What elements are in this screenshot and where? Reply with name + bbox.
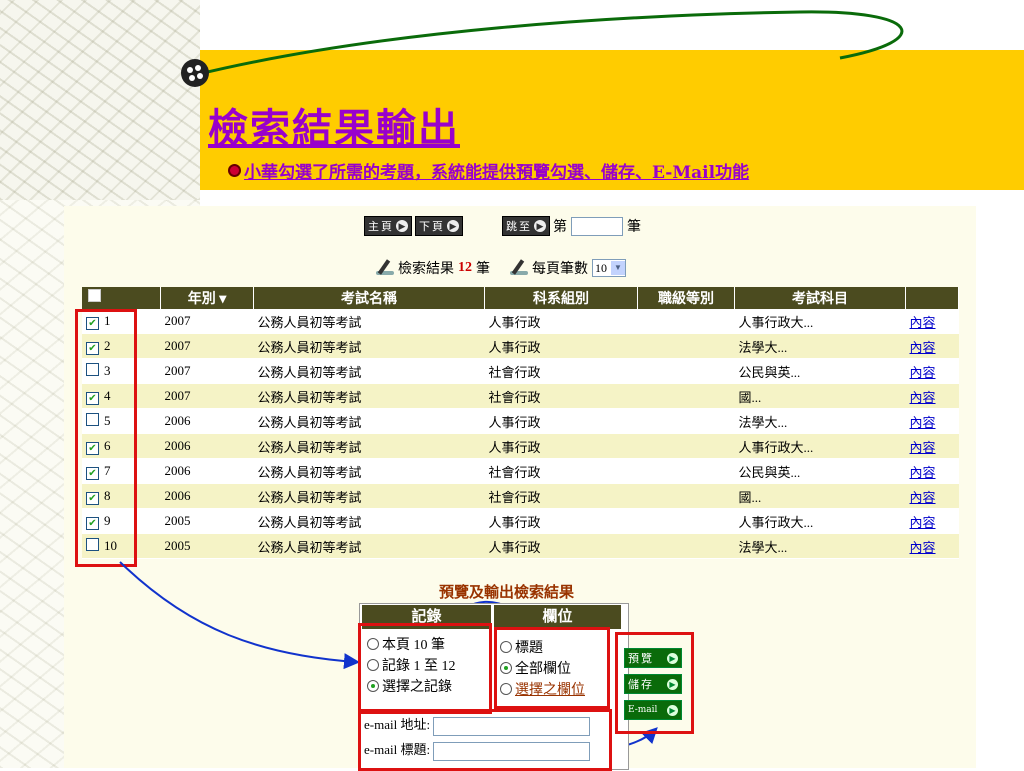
fields-header: 欄位 xyxy=(494,605,621,629)
email-highlight-box xyxy=(358,709,612,771)
records-highlight-box xyxy=(358,623,492,714)
fields-highlight-box xyxy=(494,627,610,709)
buttons-highlight-box xyxy=(615,632,694,734)
output-title: 預覽及輸出檢索結果 xyxy=(439,585,575,601)
